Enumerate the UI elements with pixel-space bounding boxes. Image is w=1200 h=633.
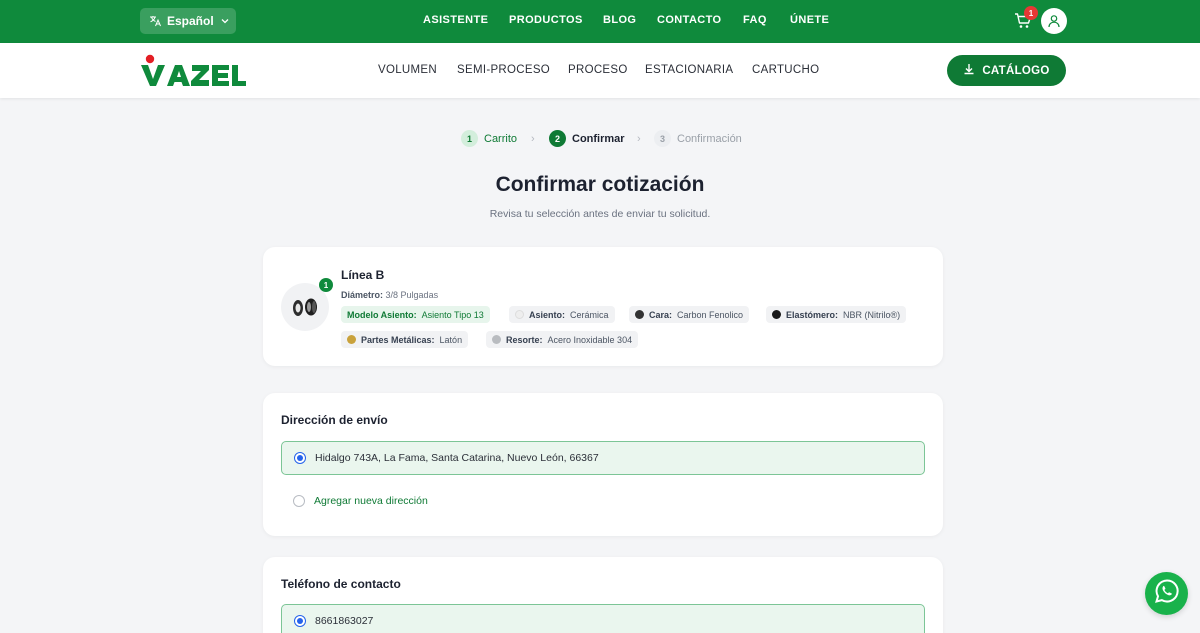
color-swatch xyxy=(635,310,644,319)
chip-value: Carbon Fenolico xyxy=(677,309,744,320)
color-swatch xyxy=(772,310,781,319)
step-number: 1 xyxy=(461,130,478,147)
nav-semi-proceso[interactable]: SEMI-PROCESO xyxy=(457,64,550,76)
diameter-label: Diámetro: xyxy=(341,290,384,300)
nav-asistente[interactable]: ASISTENTE xyxy=(423,14,488,26)
phone-option-selected[interactable]: 8661863027 xyxy=(281,604,925,633)
contact-phone-card: Teléfono de contacto 8661863027 xyxy=(263,557,943,633)
spec-chip-elastomero: Elastómero: NBR (Nitrilo®) xyxy=(766,306,907,323)
page-subtitle: Revisa tu selección antes de enviar tu s… xyxy=(489,208,711,220)
catalog-button[interactable]: CATÁLOGO xyxy=(947,55,1066,86)
checkout-stepper: 1 Carrito › 2 Confirmar › 3 Confirmación xyxy=(0,130,1200,148)
nav-cartucho[interactable]: CARTUCHO xyxy=(752,64,819,76)
step-label: Confirmación xyxy=(677,132,742,145)
whatsapp-button[interactable] xyxy=(1145,572,1188,615)
step-number: 3 xyxy=(654,130,671,147)
nav-estacionaria[interactable]: ESTACIONARIA xyxy=(645,64,733,76)
add-address-label: Agregar nueva dirección xyxy=(314,495,428,507)
color-swatch xyxy=(492,335,501,344)
address-text: Hidalgo 743A, La Fama, Santa Catarina, N… xyxy=(315,452,599,464)
radio-selected[interactable] xyxy=(294,615,306,627)
step-confirmacion: 3 Confirmación xyxy=(654,130,742,147)
step-label: Confirmar xyxy=(572,132,625,145)
step-number: 2 xyxy=(549,130,566,147)
spec-chip-cara: Cara: Carbon Fenolico xyxy=(629,306,750,323)
spec-chip-asiento: Asiento: Cerámica xyxy=(509,306,615,323)
spec-chip-partes-metalicas: Partes Metálicas: Latón xyxy=(341,331,469,348)
color-swatch xyxy=(347,335,356,344)
download-icon xyxy=(963,63,975,78)
whatsapp-icon xyxy=(1154,578,1180,609)
spec-chip-resorte: Resorte: Acero Inoxidable 304 xyxy=(486,331,639,348)
nav-contacto[interactable]: CONTACTO xyxy=(657,14,722,26)
nav-volumen[interactable]: VOLUMEN xyxy=(378,64,437,76)
step-confirmar: 2 Confirmar xyxy=(549,130,625,147)
shipping-title: Dirección de envío xyxy=(281,413,388,427)
product-diameter: Diámetro: 3/8 Pulgadas xyxy=(341,290,438,300)
chip-label: Resorte: xyxy=(506,334,543,345)
nav-blog[interactable]: BLOG xyxy=(603,14,636,26)
page-title: Confirmar cotización xyxy=(495,173,705,196)
top-bar: Español ASISTENTE PRODUCTOS BLOG CONTACT… xyxy=(0,0,1200,43)
cart-count-badge: 1 xyxy=(1024,6,1038,20)
chevron-right-icon: › xyxy=(531,133,535,145)
chip-value: NBR (Nitrilo®) xyxy=(843,309,901,320)
catalog-label: CATÁLOGO xyxy=(982,64,1050,77)
step-carrito[interactable]: 1 Carrito xyxy=(461,130,517,147)
address-option-selected[interactable]: Hidalgo 743A, La Fama, Santa Catarina, N… xyxy=(281,441,925,475)
phone-title: Teléfono de contacto xyxy=(281,577,401,591)
diameter-value: 3/8 Pulgadas xyxy=(385,290,439,300)
chip-label: Asiento: xyxy=(529,309,565,320)
vazel-logo[interactable] xyxy=(140,53,246,89)
product-card: 1 Línea B Diámetro: 3/8 Pulgadas Modelo … xyxy=(263,247,943,366)
spec-chip-modelo-asiento: Modelo Asiento: Asiento Tipo 13 xyxy=(341,306,490,323)
nav-productos[interactable]: PRODUCTOS xyxy=(509,14,583,26)
nav-proceso[interactable]: PROCESO xyxy=(568,64,628,76)
chip-value: Acero Inoxidable 304 xyxy=(547,334,633,345)
color-swatch xyxy=(515,310,524,319)
chip-label: Modelo Asiento: xyxy=(347,309,417,320)
phone-text: 8661863027 xyxy=(315,615,374,627)
chip-label: Partes Metálicas: xyxy=(361,334,435,345)
chevron-right-icon: › xyxy=(637,133,641,145)
chip-label: Elastómero: xyxy=(786,309,839,320)
chip-label: Cara: xyxy=(649,309,673,320)
radio-unselected[interactable] xyxy=(293,495,305,507)
chip-value: Asiento Tipo 13 xyxy=(421,309,484,320)
user-icon[interactable] xyxy=(1041,8,1067,34)
nav-unete[interactable]: ÚNETE xyxy=(790,14,829,26)
nav-faq[interactable]: FAQ xyxy=(743,14,767,26)
main-header: VOLUMEN SEMI-PROCESO PROCESO ESTACIONARI… xyxy=(0,43,1200,98)
chip-value: Cerámica xyxy=(570,309,609,320)
product-name: Línea B xyxy=(341,268,385,282)
chip-value: Latón xyxy=(439,334,463,345)
shipping-address-card: Dirección de envío Hidalgo 743A, La Fama… xyxy=(263,393,943,536)
radio-selected[interactable] xyxy=(294,452,306,464)
step-label: Carrito xyxy=(484,132,518,145)
quantity-badge: 1 xyxy=(319,278,333,292)
add-address-option[interactable]: Agregar nueva dirección xyxy=(281,484,925,518)
